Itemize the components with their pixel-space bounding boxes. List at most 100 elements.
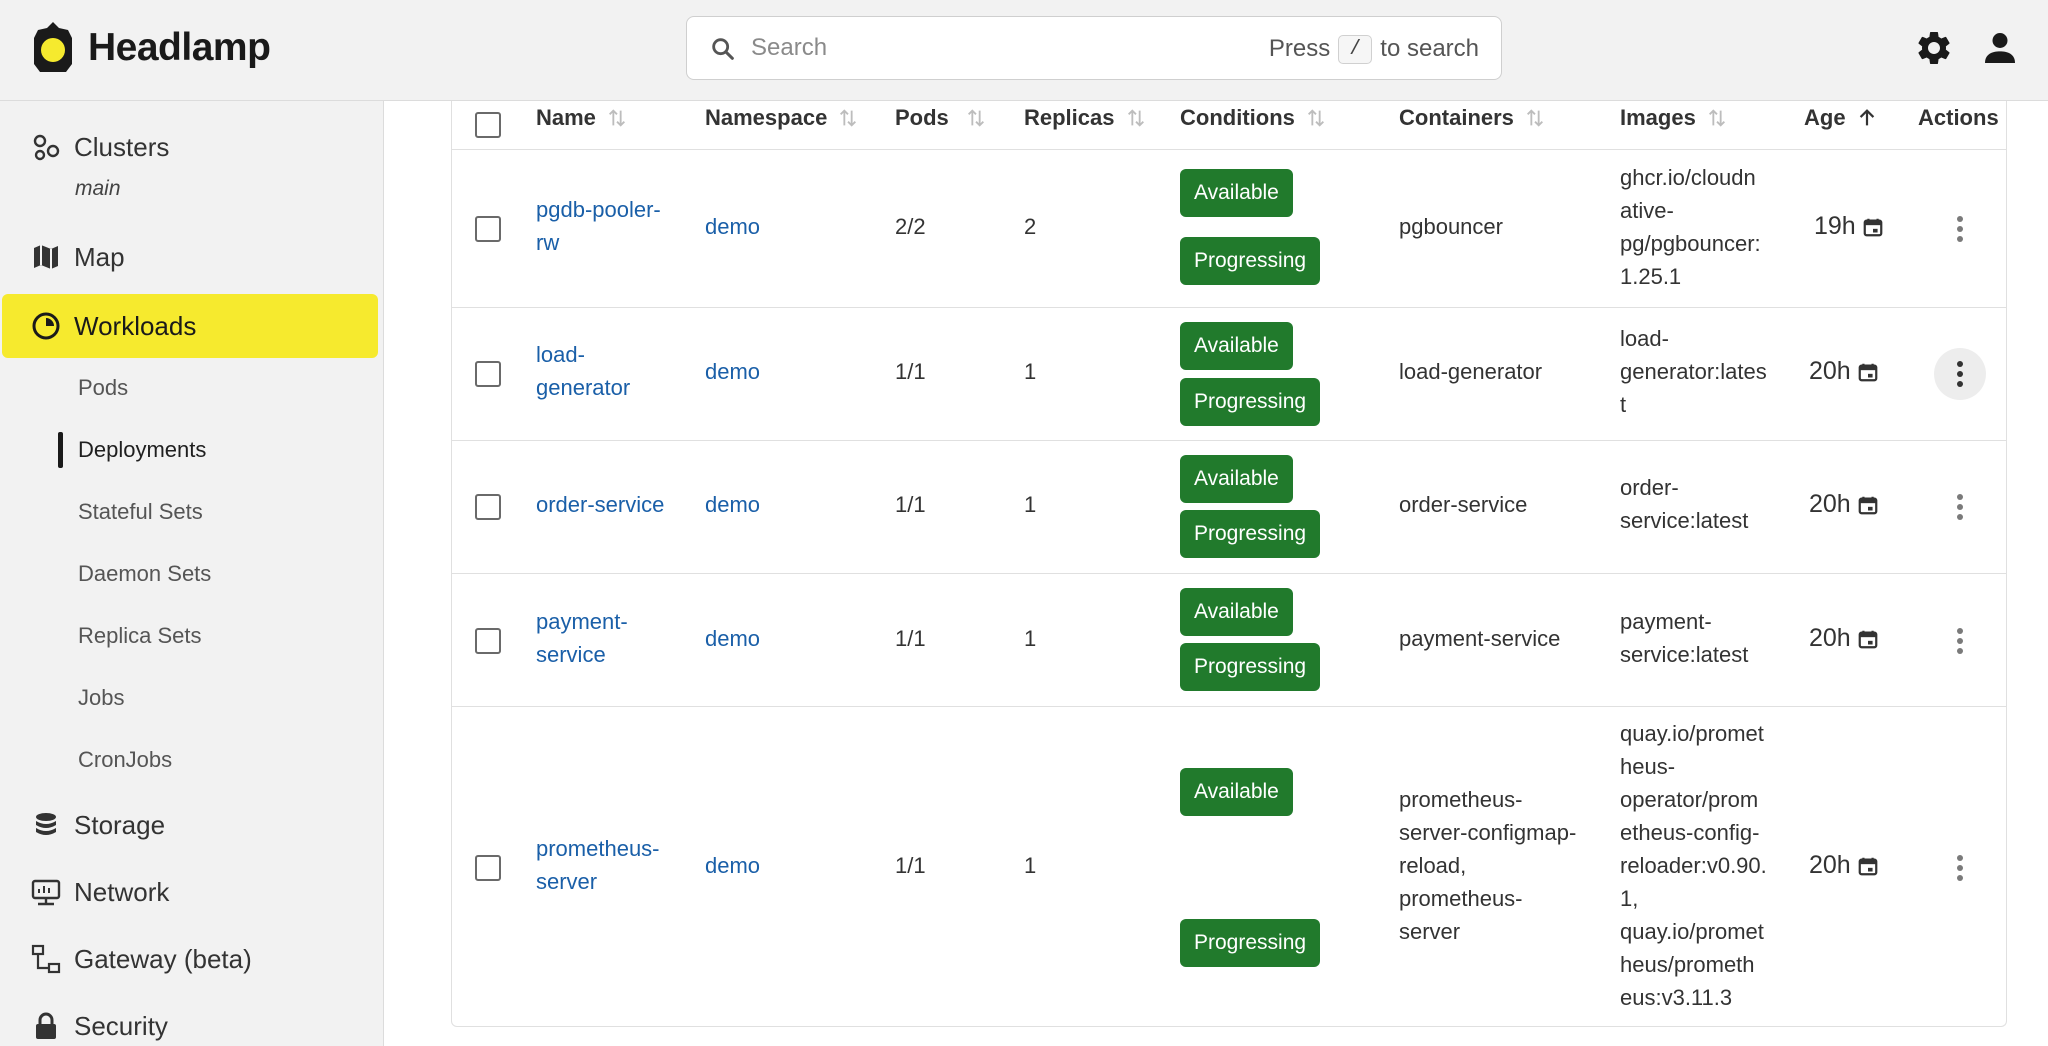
column-header-label: Pods xyxy=(895,105,949,130)
column-header-namespace[interactable]: Namespace xyxy=(705,105,859,131)
namespace-link[interactable]: demo xyxy=(705,355,760,388)
image-line: operator/prom xyxy=(1620,787,1759,812)
deployments-table: Name Namespace Pods Replicas Conditions … xyxy=(451,101,2007,1027)
name-line: load- xyxy=(536,342,585,367)
container-line: server xyxy=(1399,919,1461,944)
row-actions-menu-button[interactable] xyxy=(1934,842,1986,894)
age-value: 19h xyxy=(1814,212,1884,241)
deployment-name-link[interactable]: order-service xyxy=(536,488,664,521)
sidebar-item-gateway[interactable]: Gateway (beta) xyxy=(0,939,384,979)
replicas-count: 2 xyxy=(1024,214,1037,239)
column-header-actions: Actions xyxy=(1918,105,1999,131)
image-line: order- xyxy=(1620,475,1679,500)
column-header-label: Containers xyxy=(1399,105,1514,130)
name-line: service xyxy=(536,642,606,667)
column-header-label: Replicas xyxy=(1024,105,1115,130)
row-actions-menu-button[interactable] xyxy=(1934,203,1986,255)
table-header: Name Namespace Pods Replicas Conditions … xyxy=(452,101,2006,150)
row-actions-menu-button[interactable] xyxy=(1934,615,1986,667)
pods-count: 1/1 xyxy=(895,626,926,651)
sidebar-item-label: Workloads xyxy=(74,310,197,341)
image-line: heus/prometh xyxy=(1620,952,1755,977)
sort-icon xyxy=(967,109,984,127)
calendar-icon xyxy=(1858,857,1878,875)
search-hint-prefix: Press xyxy=(1268,35,1331,62)
condition-badge-available: Available xyxy=(1180,588,1293,636)
condition-badge-available: Available xyxy=(1180,768,1293,816)
column-header-age[interactable]: Age xyxy=(1804,105,1878,131)
sidebar-item-workloads[interactable]: Workloads xyxy=(0,306,384,346)
row-checkbox[interactable] xyxy=(475,494,501,520)
table-row: order-service demo 1/1 1 Available Progr… xyxy=(452,441,2006,574)
calendar-icon xyxy=(1858,363,1878,381)
sidebar-subitem-replica-sets[interactable]: Replica Sets xyxy=(78,623,202,649)
age-value: 20h xyxy=(1809,851,1879,880)
network-icon xyxy=(31,879,61,906)
table-row: prometheus- server demo 1/1 1 Available … xyxy=(452,707,2006,1027)
workloads-icon xyxy=(32,312,60,340)
column-header-replicas[interactable]: Replicas xyxy=(1024,105,1147,131)
image-line: etheus-config- xyxy=(1620,820,1760,845)
map-icon xyxy=(34,245,58,269)
sidebar-item-network[interactable]: Network xyxy=(0,872,384,912)
more-vertical-icon xyxy=(1957,855,1963,881)
condition-badge-progressing: Progressing xyxy=(1180,643,1321,691)
sidebar-subitem-daemon-sets[interactable]: Daemon Sets xyxy=(78,561,211,587)
sidebar-subitem-stateful-sets[interactable]: Stateful Sets xyxy=(78,499,203,525)
namespace-link[interactable]: demo xyxy=(705,849,760,882)
more-vertical-icon xyxy=(1957,628,1963,654)
sort-icon xyxy=(1526,109,1543,127)
gear-icon[interactable] xyxy=(1914,28,1954,68)
row-actions-menu-button[interactable] xyxy=(1934,348,1986,400)
sidebar-item-storage[interactable]: Storage xyxy=(0,805,384,845)
replicas-count: 1 xyxy=(1024,359,1037,384)
sidebar-item-security[interactable]: Security xyxy=(0,1006,384,1046)
deployment-name-link[interactable]: pgdb-pooler- rw xyxy=(536,193,661,259)
condition-badge-progressing: Progressing xyxy=(1180,237,1321,285)
sidebar-subitem-pods[interactable]: Pods xyxy=(78,375,128,401)
namespace-link[interactable]: demo xyxy=(705,622,760,655)
row-checkbox[interactable] xyxy=(475,216,501,242)
namespace-link[interactable]: demo xyxy=(705,210,760,243)
sidebar-subitem-jobs[interactable]: Jobs xyxy=(78,685,124,711)
image-line: ative- xyxy=(1620,198,1674,223)
column-header-containers[interactable]: Containers xyxy=(1399,105,1546,131)
namespace-link[interactable]: demo xyxy=(705,488,760,521)
column-header-label: Images xyxy=(1620,105,1696,130)
column-header-pods[interactable]: Pods xyxy=(895,105,987,131)
images-text: payment- service:latest xyxy=(1620,605,1748,671)
column-header-name[interactable]: Name xyxy=(536,105,628,131)
search-box[interactable]: Press / to search xyxy=(686,16,1502,80)
search-input[interactable] xyxy=(751,27,1191,69)
sidebar-item-map[interactable]: Map xyxy=(0,237,384,277)
headlamp-logo[interactable]: Headlamp xyxy=(30,20,271,76)
headlamp-logo-icon xyxy=(34,22,72,72)
image-line: payment- xyxy=(1620,609,1712,634)
row-checkbox[interactable] xyxy=(475,361,501,387)
calendar-icon xyxy=(1858,496,1878,514)
deployment-name-link[interactable]: payment- service xyxy=(536,605,628,671)
deployment-name-link[interactable]: prometheus- server xyxy=(536,832,660,898)
sidebar-item-clusters[interactable]: Clusters xyxy=(0,127,384,167)
deployment-name-link[interactable]: load- generator xyxy=(536,338,630,404)
sidebar-subitem-deployments[interactable]: Deployments xyxy=(78,437,206,463)
user-account-icon[interactable] xyxy=(1980,28,2020,68)
top-bar: Headlamp Press / to search xyxy=(0,0,2048,101)
column-header-conditions[interactable]: Conditions xyxy=(1180,105,1327,131)
age-text: 20h xyxy=(1809,490,1851,518)
row-checkbox[interactable] xyxy=(475,855,501,881)
sidebar-subitem-cronjobs[interactable]: CronJobs xyxy=(78,747,172,773)
age-value: 20h xyxy=(1809,624,1879,653)
row-actions-menu-button[interactable] xyxy=(1934,481,1986,533)
sidebar-item-label: Clusters xyxy=(74,131,170,162)
age-value: 20h xyxy=(1809,357,1879,386)
select-all-checkbox[interactable] xyxy=(475,112,501,138)
row-checkbox[interactable] xyxy=(475,628,501,654)
name-line: server xyxy=(536,869,598,894)
app-title: Headlamp xyxy=(88,26,271,69)
images-text: quay.io/promet heus- operator/prom etheu… xyxy=(1620,717,1767,1014)
sidebar: Clusters main Map Workloads Pods Deploym… xyxy=(0,101,384,1046)
column-header-images[interactable]: Images xyxy=(1620,105,1728,131)
more-vertical-icon xyxy=(1957,494,1963,520)
sidebar-item-label: Network xyxy=(74,876,170,907)
